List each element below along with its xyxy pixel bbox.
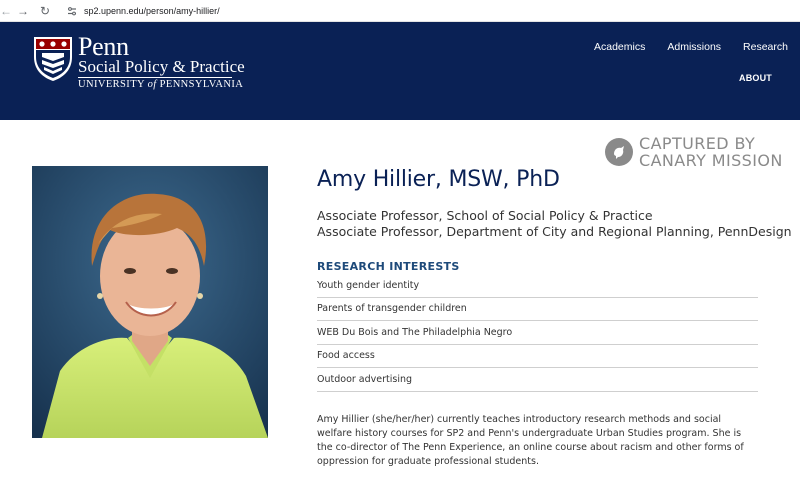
forward-arrow-icon[interactable]: →	[12, 0, 34, 22]
nav-academics[interactable]: Academics	[594, 41, 645, 53]
logo-divider	[78, 77, 232, 78]
list-item: Parents of transgender children	[317, 298, 758, 321]
profile-name: Amy Hillier, MSW, PhD	[317, 167, 560, 192]
back-arrow-icon[interactable]: ←	[0, 0, 12, 22]
address-bar[interactable]: sp2.upenn.edu/person/amy-hillier/	[66, 5, 220, 17]
list-item: WEB Du Bois and The Philadelphia Negro	[317, 321, 758, 345]
list-item: Food access	[317, 345, 758, 368]
profile-bio: Amy Hillier (she/her/her) currently teac…	[317, 414, 744, 467]
watermark-line-2: CANARY MISSION	[639, 151, 783, 170]
research-interests-list: Youth gender identity Parents of transge…	[317, 274, 758, 392]
list-item: Outdoor advertising	[317, 368, 758, 392]
logo-school-name: Social Policy & Practice	[78, 57, 245, 76]
site-header: Penn Social Policy & Practice University…	[0, 22, 800, 120]
profile-photo	[32, 166, 268, 438]
canary-bird-icon	[605, 138, 633, 166]
site-settings-icon[interactable]	[66, 5, 78, 17]
nav-admissions[interactable]: Admissions	[667, 41, 721, 53]
penn-shield-icon	[34, 37, 72, 81]
profile-title-2: Associate Professor, Department of City …	[317, 224, 792, 239]
url-text[interactable]: sp2.upenn.edu/person/amy-hillier/	[84, 6, 220, 16]
browser-toolbar: ← → ↻ sp2.upenn.edu/person/amy-hillier/	[0, 0, 800, 22]
reload-icon[interactable]: ↻	[34, 0, 56, 22]
main-nav: Academics Admissions Research	[594, 41, 788, 53]
watermark-line-1: CAPTURED BY	[639, 134, 756, 153]
nav-about[interactable]: ABOUT	[739, 73, 772, 83]
penn-sp2-logo[interactable]: Penn Social Policy & Practice University…	[32, 34, 245, 91]
logo-university-name: University of Pennsylvania	[78, 79, 244, 90]
profile-titles: Associate Professor, School of Social Po…	[317, 208, 792, 240]
research-interests-heading: RESEARCH INTERESTS	[317, 260, 460, 273]
list-item: Youth gender identity	[317, 274, 758, 298]
nav-research[interactable]: Research	[743, 41, 788, 53]
profile-title-1: Associate Professor, School of Social Po…	[317, 208, 653, 223]
canary-mission-watermark: CAPTURED BY CANARY MISSION	[605, 135, 783, 169]
